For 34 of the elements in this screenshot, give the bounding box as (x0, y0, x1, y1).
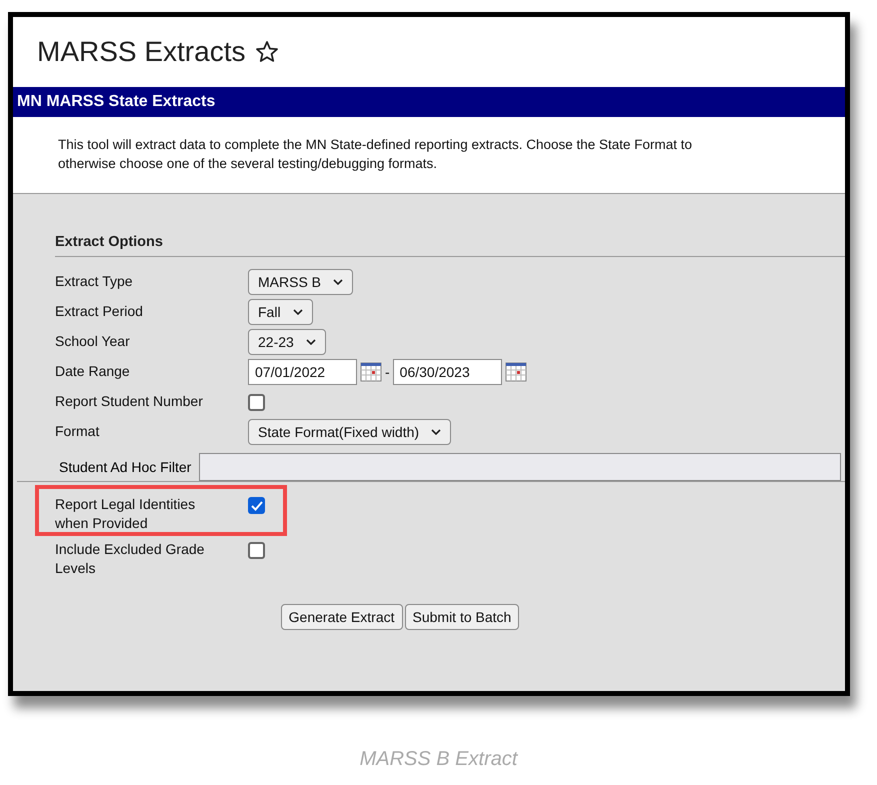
field-label: Extract Type (55, 272, 134, 291)
checkbox[interactable] (248, 497, 265, 514)
dropdown[interactable]: MARSS B (248, 269, 354, 295)
section-banner: MN MARSS State Extracts (13, 87, 845, 117)
dropdown[interactable]: 22-23 (248, 329, 326, 355)
calendar-icon[interactable] (360, 362, 382, 382)
date-field[interactable]: 07/01/2022 (248, 359, 357, 385)
action-button[interactable]: Generate Extract (280, 604, 402, 630)
dropdown[interactable]: State Format(Fixed width) (248, 419, 452, 445)
figure-caption: MARSS B Extract (358, 748, 519, 771)
field-label: Include Excluded Grade Levels (55, 540, 206, 578)
chevron-down-icon (431, 429, 442, 435)
star-icon[interactable] (255, 40, 280, 64)
field-label: Report Legal Identities when Provided (55, 495, 196, 533)
range-separator: - (385, 364, 390, 380)
checkbox[interactable] (248, 394, 265, 411)
calendar-icon[interactable] (504, 362, 527, 382)
field-label: Format (55, 422, 100, 441)
filter-field[interactable] (199, 453, 842, 481)
chevron-down-icon (333, 279, 344, 285)
description-text: This tool will extract data to complete the MN State-defined reporting extracts. Choose the State Format to otherwise choose one of the several testing/debugging formats. (13, 117, 845, 194)
field-label: Extract Period (55, 302, 144, 321)
chevron-down-icon (292, 309, 303, 315)
chevron-down-icon (306, 339, 316, 345)
field-label: Date Range (55, 362, 131, 381)
dropdown[interactable]: Fall (248, 299, 313, 325)
page-title: MARSS Extracts (37, 36, 246, 68)
action-button[interactable]: Submit to Batch (404, 604, 520, 630)
date-field[interactable]: 06/30/2023 (392, 359, 502, 385)
section-heading: Extract Options (55, 234, 845, 257)
field-label: Report Student Number (55, 392, 204, 411)
checkbox[interactable] (248, 542, 265, 559)
field-label: School Year (55, 332, 131, 351)
field-label: Student Ad Hoc Filter (59, 459, 192, 475)
